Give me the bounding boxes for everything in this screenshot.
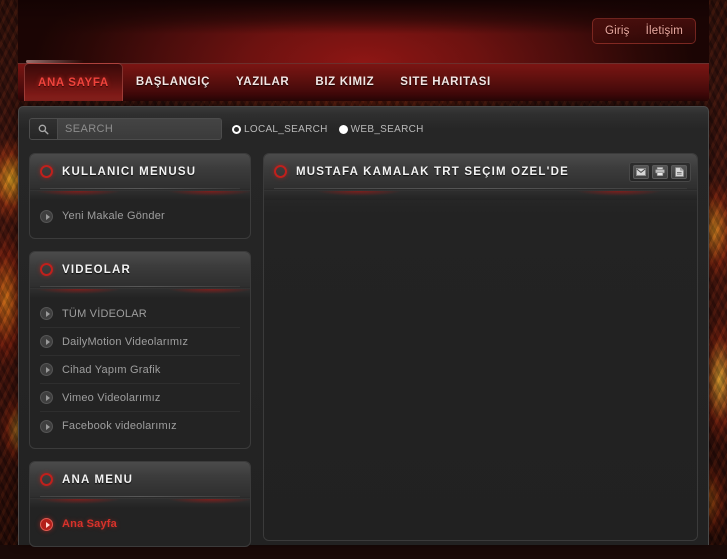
nav-item-ana-sayfa[interactable]: ANA SAYFA [24, 63, 123, 101]
bullet-play-icon [40, 363, 53, 376]
list-item-label: Yeni Makale Gönder [62, 210, 165, 222]
radio-web-search-label: WEB_SEARCH [350, 123, 424, 135]
list-item-label: TÜM VİDEOLAR [62, 307, 147, 320]
module-user-menu: KULLANICI MENÜSÜ Yeni Makale Gönder [29, 153, 251, 239]
nav-item-site-haritasi[interactable]: SITE HARITASI [387, 63, 504, 101]
article-header: MUSTAFA KAMALAK TRT SEÇIM ÖZEL'DE [264, 154, 697, 190]
main-content: MUSTAFA KAMALAK TRT SEÇIM ÖZEL'DE [263, 153, 698, 541]
bullet-play-icon [40, 209, 53, 223]
list-item[interactable]: Cihad Yapım Grafik [40, 356, 240, 384]
list-item-label: DailyMotion Videolarımız [62, 335, 189, 348]
article-title: MUSTAFA KAMALAK TRT SEÇIM ÖZEL'DE [296, 165, 569, 178]
nav-item-biz-kimiz[interactable]: BIZ KIMIZ [302, 63, 387, 101]
article-body [264, 200, 697, 540]
module-videos: VIDEOLAR TÜM VİDEOLAR DailyMotion Videol… [29, 251, 251, 449]
pdf-icon[interactable] [671, 164, 687, 179]
module-videos-body: TÜM VİDEOLAR DailyMotion Videolarımız Ci… [30, 298, 250, 448]
radio-web-search-indicator [338, 124, 348, 134]
main-nav-bar: ANA SAYFA BAŞLANGIÇ YAZILAR BIZ KIMIZ SI… [18, 60, 709, 101]
search-icon[interactable] [30, 119, 58, 139]
print-icon[interactable] [652, 164, 668, 179]
article-box: MUSTAFA KAMALAK TRT SEÇIM ÖZEL'DE [263, 153, 698, 541]
ring-icon [40, 473, 53, 486]
list-item-label: Cihad Yapım Grafik [62, 363, 161, 376]
module-main-menu-body: Ana Sayfa [30, 508, 250, 546]
list-item[interactable]: TÜM VİDEOLAR [40, 300, 240, 328]
radio-local-search-indicator [232, 124, 241, 134]
page-wrapper: Giriş İletişim ANA SAYFA BAŞLANGIÇ YAZIL… [18, 0, 709, 547]
ring-icon [274, 165, 287, 178]
list-item[interactable]: Facebook videolarımız [40, 412, 240, 440]
bullet-play-icon [40, 391, 53, 404]
radio-local-search-label: LOCAL_SEARCH [244, 123, 328, 135]
module-main-menu: ANA MENÜ Ana Sayfa [29, 461, 251, 547]
search-bar: LOCAL_SEARCH WEB_SEARCH [29, 117, 698, 141]
search-scope-options: LOCAL_SEARCH WEB_SEARCH [232, 124, 424, 135]
module-user-menu-body: Yeni Makale Gönder [30, 200, 250, 238]
list-item-label: Vimeo Videolarımız [62, 391, 161, 404]
search-field-wrapper [29, 118, 222, 140]
contact-link[interactable]: İletişim [646, 25, 683, 37]
login-link[interactable]: Giriş [605, 25, 630, 37]
module-videos-title: VIDEOLAR [62, 263, 132, 276]
list-item-label: Facebook videolarımız [62, 420, 177, 432]
bullet-play-icon [40, 419, 53, 433]
module-accent [30, 498, 250, 508]
module-main-menu-title: ANA MENÜ [62, 473, 134, 486]
content-shell: LOCAL_SEARCH WEB_SEARCH KULLANICI MENÜSÜ [18, 106, 709, 547]
module-user-menu-header: KULLANICI MENÜSÜ [30, 154, 250, 190]
list-item[interactable]: DailyMotion Videolarımız [40, 328, 240, 356]
sidebar: KULLANICI MENÜSÜ Yeni Makale Gönder VIDE… [29, 153, 251, 559]
article-accent [264, 190, 697, 200]
site-header: Giriş İletişim ANA SAYFA BAŞLANGIÇ YAZIL… [18, 0, 709, 101]
bullet-play-icon [40, 335, 53, 348]
article-actions [629, 161, 691, 182]
nav-item-yazilar[interactable]: YAZILAR [223, 63, 302, 101]
module-main-menu-header: ANA MENÜ [30, 462, 250, 498]
email-icon[interactable] [633, 164, 649, 179]
auth-links: Giriş İletişim [591, 18, 696, 44]
sidebar-item-ana-sayfa[interactable]: Ana Sayfa [40, 510, 240, 538]
radio-local-search[interactable]: LOCAL_SEARCH [232, 124, 328, 135]
list-item[interactable]: Vimeo Videolarımız [40, 384, 240, 412]
search-input[interactable] [58, 119, 221, 139]
module-user-menu-title: KULLANICI MENÜSÜ [62, 165, 197, 178]
list-item[interactable]: Yeni Makale Gönder [40, 202, 240, 230]
bullet-play-icon [40, 517, 53, 531]
module-videos-header: VIDEOLAR [30, 252, 250, 288]
sidebar-item-label: Ana Sayfa [62, 518, 117, 530]
ring-icon [40, 165, 53, 178]
bullet-play-icon [40, 307, 53, 320]
main-nav: ANA SAYFA BAŞLANGIÇ YAZILAR BIZ KIMIZ SI… [18, 63, 504, 101]
layout-columns: KULLANICI MENÜSÜ Yeni Makale Gönder VIDE… [29, 153, 698, 559]
module-accent [30, 190, 250, 200]
module-accent [30, 288, 250, 298]
radio-web-search[interactable]: WEB_SEARCH [338, 123, 424, 135]
ring-icon [40, 263, 53, 276]
nav-item-baslangic[interactable]: BAŞLANGIÇ [123, 63, 223, 101]
